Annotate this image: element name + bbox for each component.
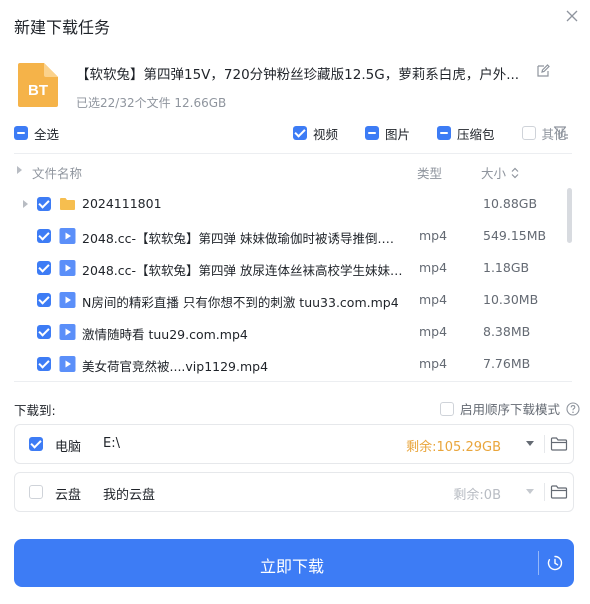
chevron-down-icon[interactable]	[526, 489, 534, 494]
schedule-clock-icon[interactable]	[547, 555, 563, 571]
expand-all-icon[interactable]	[17, 166, 22, 174]
file-size: 7.76MB	[483, 356, 531, 371]
task-name: 【软软兔】第四弹15V，720分钟粉丝珍藏版12.5G，萝莉系白虎，户外...	[76, 67, 520, 83]
file-checkbox[interactable]	[37, 357, 51, 371]
destination-cloud-checkbox[interactable]	[29, 485, 43, 499]
file-type-filters: 视频 图片 压缩包 其他	[293, 124, 567, 142]
download-to-label: 下载到:	[14, 403, 56, 418]
close-button[interactable]	[562, 6, 582, 26]
file-type: mp4	[419, 324, 448, 339]
header-divider	[14, 153, 572, 154]
file-type: mp4	[419, 228, 448, 243]
destination-pc-label: 电脑	[55, 440, 82, 455]
column-size-label: 大小	[481, 166, 507, 181]
download-now-button[interactable]: 立即下载	[14, 539, 574, 587]
edit-icon[interactable]	[535, 63, 551, 79]
filter-video-label: 视频	[313, 126, 339, 142]
selected-summary: 已选22/32个文件 12.66GB	[76, 96, 227, 110]
file-name: 2048.cc-【软软兔】第四弹 放尿连体丝袜高校学生妹妹(1)....	[82, 263, 404, 278]
file-size: 10.88GB	[483, 196, 538, 211]
bt-file-icon: BT	[18, 63, 58, 107]
file-size: 8.38MB	[483, 324, 531, 339]
filter-archive-checkbox[interactable]	[437, 126, 452, 140]
download-now-label: 立即下载	[259, 557, 324, 576]
file-checkbox[interactable]	[37, 197, 51, 211]
filter-other-checkbox[interactable]	[521, 126, 536, 140]
file-checkbox[interactable]	[37, 293, 51, 307]
file-list-header: 文件名称 类型 大小	[14, 160, 572, 182]
help-icon[interactable]	[566, 401, 580, 416]
file-size: 10.30MB	[483, 292, 539, 307]
separator	[544, 435, 545, 453]
column-type: 类型	[417, 166, 443, 181]
browse-folder-icon[interactable]	[550, 484, 568, 500]
video-file-icon	[59, 260, 76, 276]
file-name: N房间的精彩直播 只有你想不到的刺激 tuu33.com.mp4	[82, 295, 399, 310]
select-all-checkbox[interactable]	[14, 126, 28, 140]
sequential-mode-toggle[interactable]: 启用顺序下载模式	[440, 399, 580, 418]
video-file-icon	[59, 356, 76, 372]
file-type: mp4	[419, 260, 448, 275]
file-size: 549.15MB	[483, 228, 547, 243]
destination-pc[interactable]: 电脑 E:\ 剩余:105.29GB	[14, 424, 574, 464]
file-name: 美女荷官竞然被....vip1129.mp4	[82, 359, 269, 374]
filter-image-checkbox[interactable]	[365, 126, 380, 140]
chevron-down-icon[interactable]	[526, 441, 534, 446]
close-icon	[566, 10, 578, 22]
separator	[538, 551, 539, 575]
destination-cloud-path[interactable]: 我的云盘	[103, 484, 155, 503]
file-size: 1.18GB	[483, 260, 530, 275]
destination-cloud-label: 云盘	[55, 488, 82, 503]
folder-icon	[60, 198, 75, 210]
browse-folder-icon[interactable]	[550, 436, 568, 452]
dialog-title: 新建下载任务	[14, 18, 111, 37]
filter-image[interactable]: 图片	[365, 124, 410, 143]
file-row[interactable]: 2048.cc-【软软兔】第四弹 放尿连体丝袜高校学生妹妹(1).... mp4…	[14, 252, 564, 284]
list-divider	[14, 381, 572, 382]
file-type: mp4	[419, 356, 448, 371]
file-row[interactable]: 2048.cc-【软软兔】第四弹 妹妹做瑜伽时被诱导推倒.mp4 mp4 549…	[14, 220, 564, 252]
filter-archive[interactable]: 压缩包	[437, 124, 495, 143]
sort-icon	[511, 167, 519, 178]
file-checkbox[interactable]	[37, 261, 51, 275]
file-row[interactable]: 2024111801 10.88GB	[14, 188, 564, 220]
file-row[interactable]: N房间的精彩直播 只有你想不到的刺激 tuu33.com.mp4 mp4 10.…	[14, 284, 564, 316]
destination-cloud[interactable]: 云盘 我的云盘 剩余:0B	[14, 472, 574, 512]
filter-video-checkbox[interactable]	[293, 126, 307, 140]
filter-video[interactable]: 视频	[293, 124, 338, 143]
filter-archive-label: 压缩包	[457, 126, 495, 142]
file-name: 2024111801	[82, 196, 162, 211]
separator	[544, 483, 545, 501]
destination-pc-path[interactable]: E:\	[103, 436, 120, 451]
file-checkbox[interactable]	[37, 325, 51, 339]
video-file-icon	[59, 324, 76, 340]
file-row[interactable]: 美女荷官竞然被....vip1129.mp4 mp4 7.76MB	[14, 348, 564, 380]
filter-funnel-icon[interactable]	[553, 125, 569, 141]
file-list-scrollbar[interactable]	[567, 188, 572, 243]
video-file-icon	[59, 292, 76, 308]
video-file-icon	[59, 228, 76, 244]
expand-folder-icon[interactable]	[23, 200, 28, 208]
sequential-mode-label: 启用顺序下载模式	[460, 402, 561, 417]
file-name: 2048.cc-【软软兔】第四弹 妹妹做瑜伽时被诱导推倒.mp4	[82, 231, 404, 246]
sequential-mode-checkbox[interactable]	[440, 401, 454, 416]
file-row[interactable]: 激情随時看 tuu29.com.mp4 mp4 8.38MB	[14, 316, 564, 348]
bt-icon-text: BT	[28, 82, 48, 99]
column-size-sort[interactable]: 大小	[481, 163, 519, 182]
select-all-label: 全选	[34, 126, 60, 142]
column-name: 文件名称	[32, 166, 83, 181]
filter-bar: 全选 视频 图片 压缩包 其他	[14, 124, 572, 142]
file-type: mp4	[419, 292, 448, 307]
destination-cloud-free-space: 剩余:0B	[453, 488, 501, 503]
destination-pc-checkbox[interactable]	[29, 437, 43, 451]
file-checkbox[interactable]	[37, 229, 51, 243]
file-list: 2024111801 10.88GB 2048.cc-【软软兔】第四弹 妹妹做瑜…	[14, 188, 564, 380]
file-name: 激情随時看 tuu29.com.mp4	[82, 327, 248, 342]
filter-image-label: 图片	[385, 126, 411, 142]
select-all-toggle[interactable]: 全选	[14, 124, 59, 143]
destination-pc-free-space: 剩余:105.29GB	[406, 440, 501, 455]
